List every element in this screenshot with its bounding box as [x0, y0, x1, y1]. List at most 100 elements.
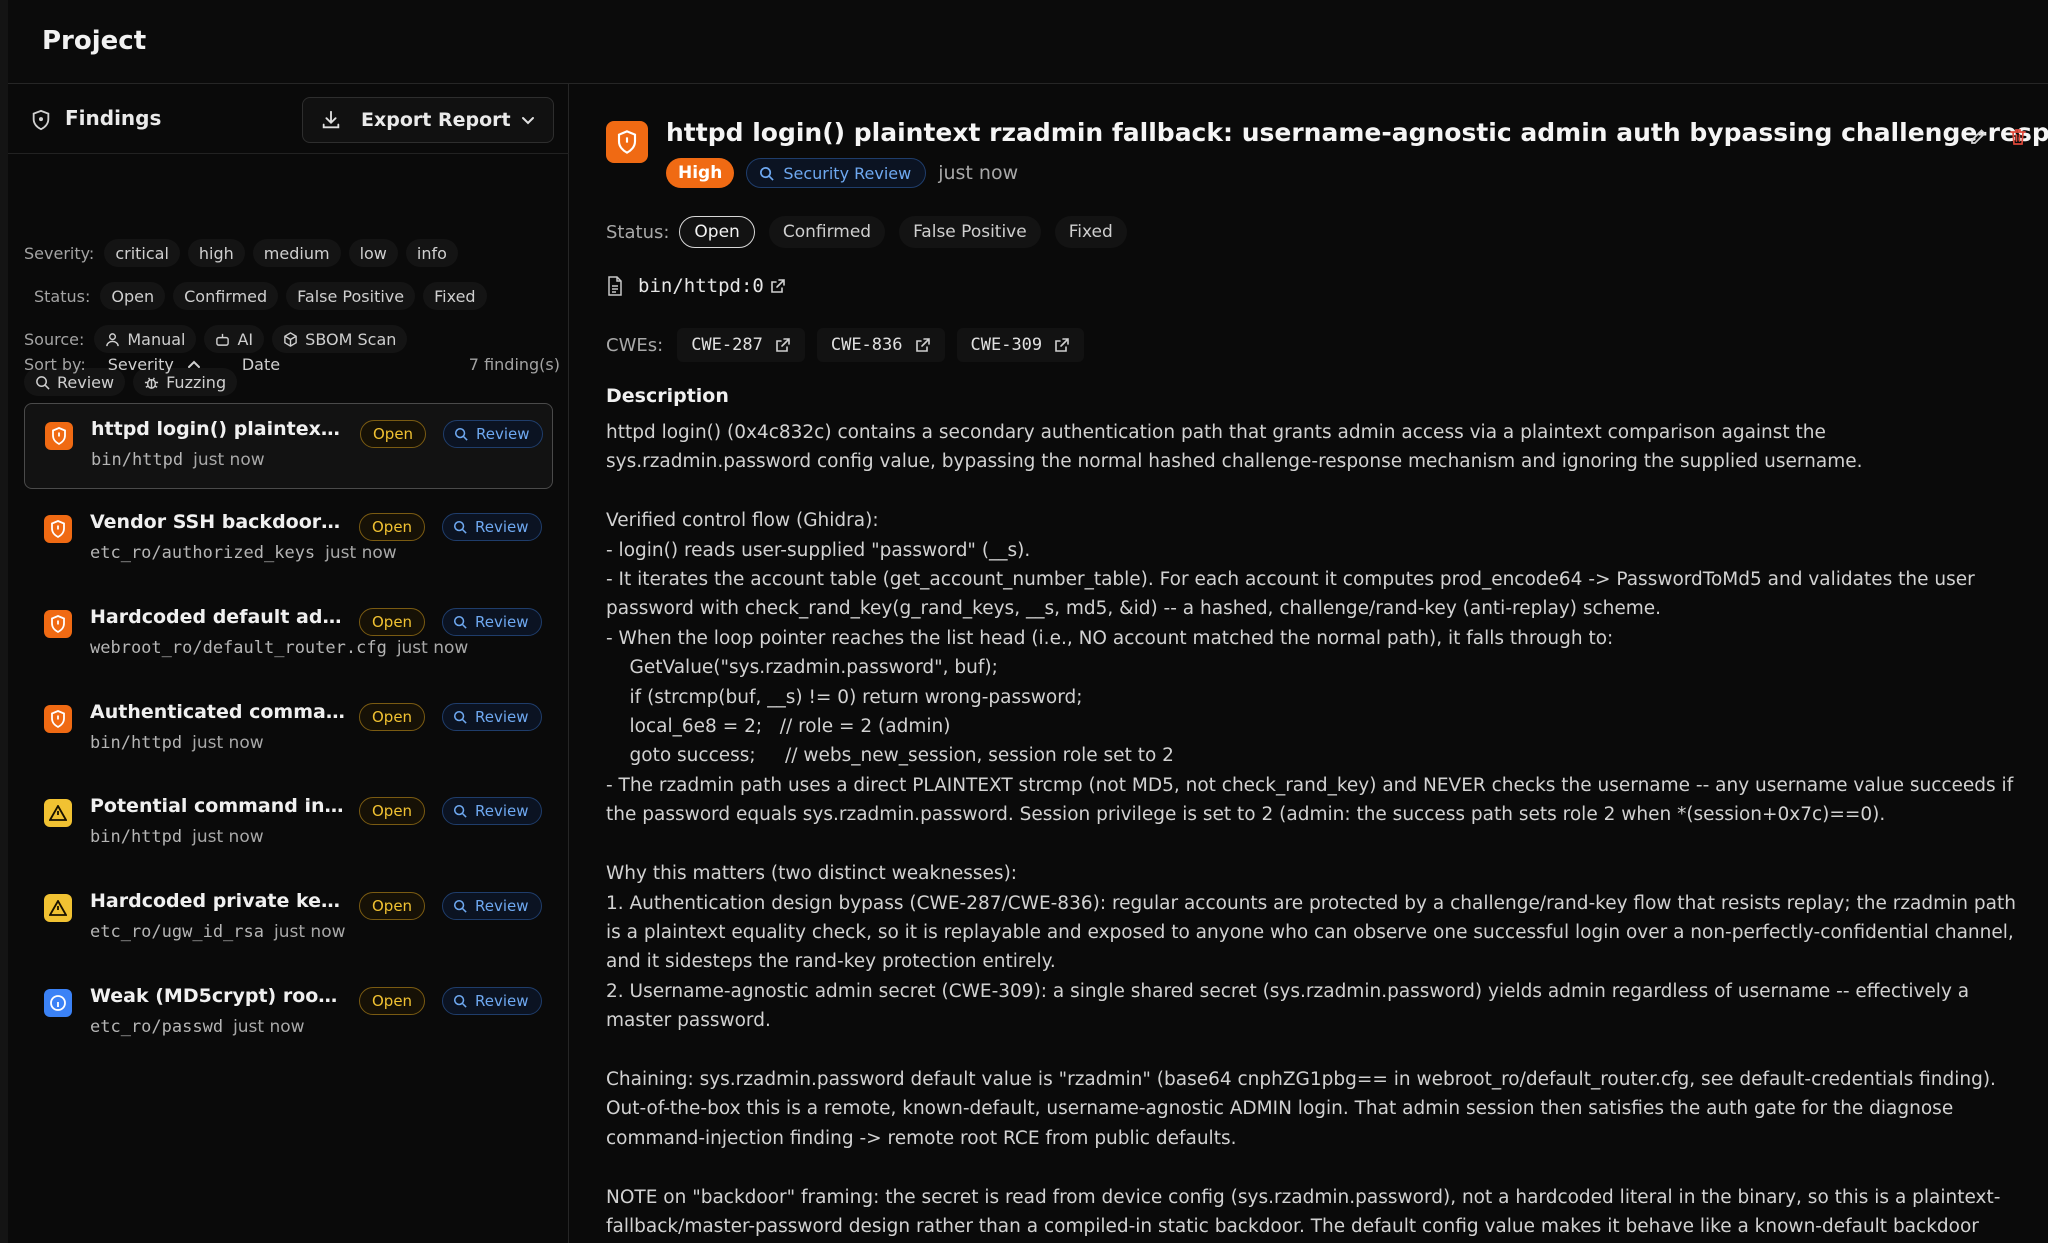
- status-badge: Open: [359, 703, 426, 731]
- finding-file: bin/httpd: [90, 733, 183, 753]
- finding-title: Authenticated command i...: [90, 701, 346, 723]
- external-link-icon: [1055, 338, 1069, 352]
- external-link-icon: [776, 338, 790, 352]
- status-confirmed[interactable]: Confirmed: [768, 216, 886, 248]
- cwe-id: CWE-309: [970, 335, 1043, 355]
- source-badge-label: Review: [475, 518, 529, 536]
- file-location[interactable]: bin/httpd:0: [606, 271, 786, 301]
- filter-critical[interactable]: critical: [104, 239, 180, 267]
- status-fixed[interactable]: Fixed: [1054, 216, 1127, 248]
- cwe-list: CWEs: CWE-287 CWE-836 CWE-309: [606, 328, 1096, 362]
- finding-file: etc_ro/passwd: [90, 1017, 224, 1037]
- chevron-up-icon[interactable]: [186, 356, 202, 372]
- external-link-icon[interactable]: [770, 278, 786, 294]
- cwe-link[interactable]: CWE-287: [677, 328, 805, 362]
- status-badge: Open: [359, 797, 426, 825]
- filter-manual-label: Manual: [127, 329, 186, 349]
- sort-date[interactable]: Date: [242, 355, 280, 374]
- list-item[interactable]: Authenticated command i... Open Review b…: [24, 687, 553, 773]
- finding-file: etc_ro/ugw_id_rsa: [90, 922, 264, 942]
- shield-alert-icon: [44, 515, 72, 543]
- chevron-down-icon: [522, 117, 534, 125]
- finding-time: just now: [938, 162, 1019, 184]
- top-bar: Project: [8, 0, 2048, 84]
- finding-file: bin/httpd: [91, 450, 184, 470]
- status-label: Status:: [606, 221, 670, 243]
- status-open[interactable]: Open: [679, 216, 755, 248]
- filter-fixed[interactable]: Fixed: [423, 282, 487, 310]
- pencil-icon[interactable]: [1968, 127, 1988, 147]
- source-badge: Security Review: [746, 158, 927, 188]
- finding-detail-title: httpd login() plaintext rzadmin fallback…: [666, 118, 2048, 147]
- shield-alert-icon: [606, 121, 648, 163]
- window-edge: [0, 0, 8, 1243]
- source-badge: Review: [442, 892, 542, 920]
- source-badge: Review: [442, 703, 542, 731]
- search-icon: [454, 427, 468, 441]
- sort-label: Sort by:: [24, 354, 86, 374]
- warning-triangle-icon: [44, 799, 72, 827]
- finding-title: Vendor SSH backdoor pu...: [90, 511, 346, 533]
- finding-meta: High Security Review just now: [666, 158, 1018, 188]
- finding-time: just now: [193, 450, 265, 470]
- bot-icon: [216, 333, 230, 346]
- source-badge: Review: [442, 513, 542, 541]
- list-item[interactable]: Weak (MD5crypt) root pas... Open Review …: [24, 971, 553, 1057]
- finding-title: httpd login() plaintext rza...: [91, 418, 347, 440]
- file-icon: [608, 276, 622, 296]
- list-item[interactable]: Vendor SSH backdoor pu... Open Review et…: [24, 497, 553, 583]
- info-icon: [44, 989, 72, 1017]
- file-path[interactable]: bin/httpd:0: [638, 275, 764, 297]
- trash-icon[interactable]: [2008, 127, 2028, 147]
- findings-sidebar: Findings Export Report Severity: critica…: [8, 84, 569, 1243]
- filter-low[interactable]: low: [348, 239, 398, 267]
- list-item[interactable]: httpd login() plaintext rza... Open Revi…: [24, 403, 553, 489]
- status-badge: Open: [359, 608, 426, 636]
- cwe-link[interactable]: CWE-836: [816, 328, 945, 362]
- finding-path: bin/httpd just now: [91, 450, 265, 470]
- search-icon: [760, 166, 774, 181]
- package-icon: [284, 331, 297, 347]
- filter-high[interactable]: high: [187, 239, 245, 267]
- cwe-link[interactable]: CWE-309: [956, 328, 1085, 362]
- status-false-positive[interactable]: False Positive: [899, 216, 1041, 248]
- finding-title: Potential command inject...: [90, 795, 346, 817]
- finding-path: bin/httpd just now: [90, 733, 264, 753]
- finding-time: just now: [192, 827, 264, 847]
- finding-path: webroot_ro/default_router.cfg just now: [90, 638, 468, 658]
- search-icon: [453, 615, 467, 629]
- filter-ai-label: AI: [237, 329, 254, 349]
- user-icon: [106, 332, 120, 346]
- finding-file: webroot_ro/default_router.cfg: [90, 638, 387, 658]
- description-body: httpd login() (0x4c832c) contains a seco…: [606, 422, 2016, 1237]
- filter-medium[interactable]: medium: [252, 239, 341, 267]
- severity-filter: Severity: critical high medium low info: [24, 238, 466, 268]
- export-report-button[interactable]: Export Report: [302, 97, 554, 143]
- filter-false-positive[interactable]: False Positive: [286, 282, 416, 310]
- list-item[interactable]: Hardcoded default admin... Open Review w…: [24, 592, 553, 678]
- filter-info[interactable]: info: [405, 239, 458, 267]
- list-item[interactable]: Potential command inject... Open Review …: [24, 781, 553, 867]
- list-item[interactable]: Hardcoded private keys s... Open Review …: [24, 876, 553, 962]
- filter-confirmed[interactable]: Confirmed: [173, 282, 279, 310]
- source-badge-label: Review: [476, 425, 530, 443]
- project-title: Project: [42, 26, 147, 56]
- finding-path: etc_ro/ugw_id_rsa just now: [90, 922, 346, 942]
- cwe-id: CWE-287: [691, 335, 763, 355]
- status-badge: Open: [359, 892, 426, 920]
- finding-count: 7 finding(s): [468, 354, 560, 374]
- finding-time: just now: [396, 638, 469, 658]
- finding-path: etc_ro/passwd just now: [90, 1017, 305, 1037]
- shield-alert-icon: [45, 422, 73, 450]
- description-heading: Description: [606, 385, 729, 407]
- sort-severity[interactable]: Severity: [108, 355, 174, 374]
- status-filter-label: Status:: [34, 286, 91, 306]
- search-icon: [453, 994, 467, 1008]
- source-badge-label: Review: [475, 708, 529, 726]
- search-icon: [453, 710, 467, 724]
- sort-row: Sort by: Severity Date 7 finding(s): [24, 349, 560, 379]
- status-filter: Status: Open Confirmed False Positive Fi…: [24, 281, 495, 311]
- source-badge-label: Review: [475, 802, 529, 820]
- status-selector: Status: Open Confirmed False Positive Fi…: [606, 215, 1141, 249]
- filter-open[interactable]: Open: [100, 282, 166, 310]
